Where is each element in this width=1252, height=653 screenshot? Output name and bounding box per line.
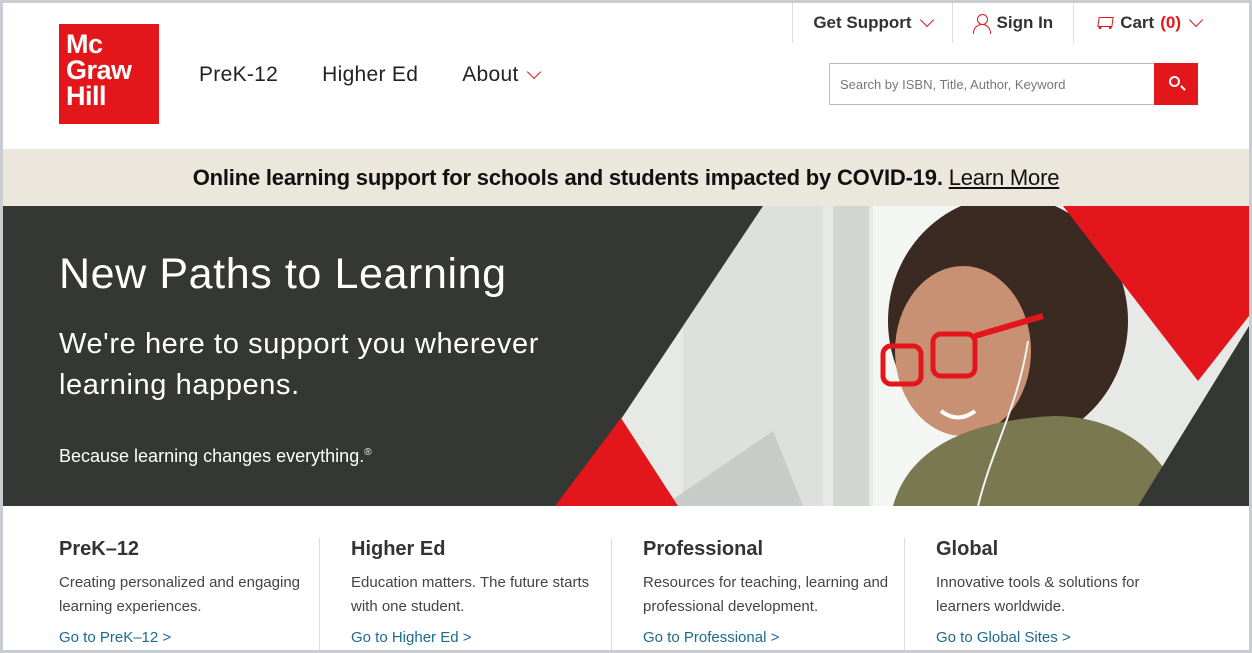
card-divider [904,538,905,650]
search-icon [1169,76,1180,87]
cart-button[interactable]: Cart (0) [1073,3,1204,43]
sign-in-label: Sign In [996,13,1054,32]
search-button[interactable] [1154,63,1198,105]
card-link[interactable]: Go to PreK–12 > [59,629,319,646]
cart-count: (0) [1160,13,1181,32]
card-description: Creating personalized and engaging learn… [59,574,301,615]
nav-item-label: About [462,63,519,86]
search-input[interactable] [830,64,1154,104]
nav-item-higher-ed[interactable]: Higher Ed [322,63,418,87]
card-divider [611,538,612,650]
card-professional: Professional Resources for teaching, lea… [611,538,903,650]
logo-line-3: Hill [66,81,107,111]
get-support-button[interactable]: Get Support [792,3,951,43]
card-divider [319,538,320,650]
hero-subtitle: We're here to support you wherever learn… [59,328,539,401]
card-prek12: PreK–12 Creating personalized and engagi… [59,538,319,646]
window-frame [833,206,869,506]
utility-nav: Get Support Sign In Cart (0) [792,3,1204,43]
nav-item-label: Higher Ed [322,63,419,86]
category-cards: PreK–12 Creating personalized and engagi… [3,506,1249,650]
card-title: Higher Ed [351,538,446,560]
nav-item-prek12[interactable]: PreK-12 [199,63,278,87]
card-title: Global [936,538,999,560]
card-link[interactable]: Go to Professional > [643,629,903,646]
main-nav: PreK-12 Higher Ed About [199,63,541,87]
nav-item-about[interactable]: About [462,63,541,87]
cart-icon [1094,14,1114,34]
learn-more-link[interactable]: Learn More [949,165,1060,191]
chevron-down-icon [1188,12,1204,28]
search-box [829,63,1198,105]
card-higher-ed: Higher Ed Education matters. The future … [319,538,611,650]
nav-item-label: PreK-12 [199,63,279,86]
card-description: Innovative tools & solutions for learner… [936,574,1140,615]
hero-tagline: Because learning changes everything.® [59,446,372,467]
registered-mark: ® [364,447,372,458]
banner-text: Online learning support for schools and … [192,164,943,190]
get-support-label: Get Support [813,13,912,32]
hero-section: New Paths to Learning We're here to supp… [3,206,1249,506]
chevron-down-icon [919,12,934,28]
site-header: Mc Graw Hill PreK-12 Higher Ed About Get… [3,3,1249,149]
logo-line-2: Graw [66,55,132,85]
cart-label: Cart [1120,13,1155,32]
chevron-down-icon [526,64,541,80]
card-title: PreK–12 [59,538,140,560]
card-description: Resources for teaching, learning and pro… [643,574,889,615]
browser-viewport: Mc Graw Hill PreK-12 Higher Ed About Get… [3,3,1249,650]
covid-banner: Online learning support for schools and … [3,149,1249,206]
sign-in-button[interactable]: Sign In [951,3,1074,43]
logo-line-1: Mc [66,29,103,59]
person-icon [972,14,991,34]
card-link[interactable]: Go to Higher Ed > [351,629,611,646]
hero-title: New Paths to Learning [59,250,507,298]
tagline-text: Because learning changes everything. [59,446,365,466]
mcgraw-hill-logo[interactable]: Mc Graw Hill [59,24,159,124]
card-title: Professional [643,538,764,560]
card-description: Education matters. The future starts wit… [351,574,590,615]
card-global: Global Innovative tools & solutions for … [904,538,1196,650]
card-link[interactable]: Go to Global Sites > [936,629,1196,646]
